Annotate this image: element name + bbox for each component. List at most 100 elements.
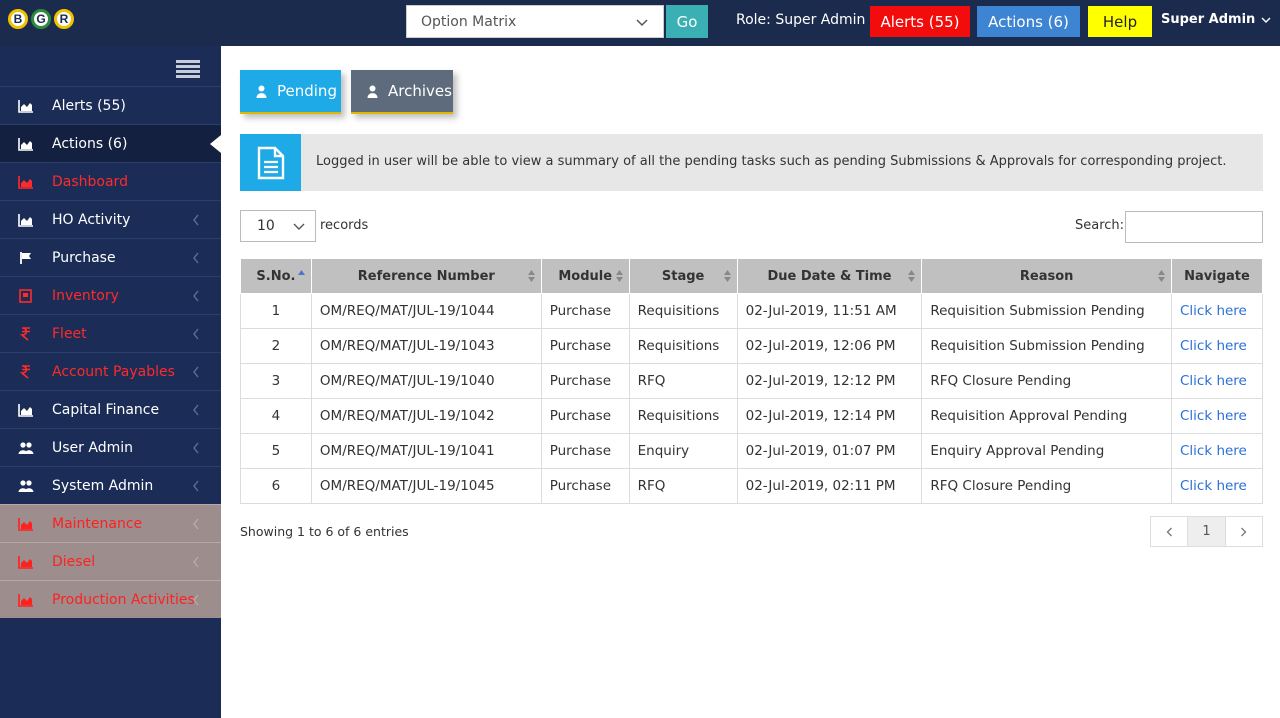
info-box: Logged in user will be able to view a su… [240,134,1263,191]
sidebar-item-label: Maintenance [52,515,143,532]
project-select-value: Option Matrix [421,13,517,30]
go-button[interactable]: Go [666,5,708,38]
cell-navigate: Click here [1170,433,1264,469]
sidebar-item-label: Inventory [52,287,119,304]
chevron-left-icon [192,290,200,302]
actions-button[interactable]: Actions (6) [977,6,1080,37]
user-menu[interactable]: Super Admin [1161,12,1271,27]
column-header-module[interactable]: Module [540,258,630,294]
sidebar-item-system-admin[interactable]: System Admin [0,466,221,504]
cell-due-date: 02-Jul-2019, 02:11 PM [736,468,923,504]
cell-due-date: 02-Jul-2019, 12:06 PM [736,328,923,364]
sidebar-item-label: Capital Finance [52,401,160,418]
cell-module: Purchase [540,398,630,434]
cell-sno: 2 [240,328,312,364]
chevron-left-icon [192,556,200,568]
cell-reference-number: OM/REQ/MAT/JUL-19/1042 [310,398,542,434]
sidebar-item-label: Dashboard [52,173,128,190]
chevron-down-icon [293,223,305,230]
prev-page-button[interactable] [1151,517,1189,546]
sidebar-item-actions[interactable]: Actions (6) [0,124,221,162]
sidebar-item-label: HO Activity [52,211,131,228]
page-button-current[interactable]: 1 [1188,517,1226,546]
click-here-link[interactable]: Click here [1180,443,1247,459]
cell-reference-number: OM/REQ/MAT/JUL-19/1043 [310,328,542,364]
tab-label: Pending [277,82,337,100]
cell-reason: Requisition Submission Pending [921,328,1172,364]
cell-module: Purchase [540,293,630,329]
sort-icon [1157,270,1165,282]
chevron-left-icon [192,404,200,416]
logo-letter-g: G [31,9,51,29]
sidebar-item-label: Production Activities [52,591,195,608]
cell-due-date: 02-Jul-2019, 01:07 PM [736,433,923,469]
records-length-select[interactable]: 10 [240,210,316,242]
inventory-icon [18,289,34,303]
cell-module: Purchase [540,468,630,504]
cell-due-date: 02-Jul-2019, 12:14 PM [736,398,923,434]
sidebar-item-inventory[interactable]: Inventory [0,276,221,314]
click-here-link[interactable]: Click here [1180,303,1247,319]
cell-navigate: Click here [1170,468,1264,504]
click-here-link[interactable]: Click here [1180,338,1247,354]
sidebar-item-dashboard[interactable]: Dashboard [0,162,221,200]
sidebar-item-fleet[interactable]: Fleet [0,314,221,352]
chevron-left-icon [192,366,200,378]
cell-module: Purchase [540,433,630,469]
search-input[interactable] [1125,211,1263,243]
click-here-link[interactable]: Click here [1180,408,1247,424]
sidebar-item-purchase[interactable]: Purchase [0,238,221,276]
cell-reason: RFQ Closure Pending [921,363,1172,399]
tab-archives[interactable]: Archives [351,70,453,114]
sidebar-item-maintenance[interactable]: Maintenance [0,504,221,542]
chevron-left-icon [1166,527,1172,536]
records-label: records [320,218,369,233]
table-row: 3 OM/REQ/MAT/JUL-19/1040 Purchase RFQ 02… [240,363,1264,399]
sidebar: Alerts (55) Actions (6) Dashboard HO Act… [0,46,221,718]
area-chart-icon [18,99,34,113]
project-select[interactable]: Option Matrix [406,5,664,38]
sidebar-item-capital-finance[interactable]: Capital Finance [0,390,221,428]
sidebar-item-user-admin[interactable]: User Admin [0,428,221,466]
area-chart-icon [18,555,34,569]
cell-module: Purchase [540,363,630,399]
click-here-link[interactable]: Click here [1180,478,1247,494]
cell-sno: 5 [240,433,312,469]
sidebar-item-ho-activity[interactable]: HO Activity [0,200,221,238]
table-row: 4 OM/REQ/MAT/JUL-19/1042 Purchase Requis… [240,398,1264,434]
sidebar-item-label: Fleet [52,325,87,342]
tab-pending[interactable]: Pending [240,70,341,114]
column-header-reference-number[interactable]: Reference Number [310,258,542,294]
column-header-reason[interactable]: Reason [921,258,1172,294]
cell-reference-number: OM/REQ/MAT/JUL-19/1041 [310,433,542,469]
sort-icon [908,270,916,282]
area-chart-icon [18,175,34,189]
click-here-link[interactable]: Click here [1180,373,1247,389]
chevron-left-icon [192,252,200,264]
bgr-logo[interactable]: B G R [8,5,74,33]
cell-stage: Enquiry [628,433,738,469]
next-page-button[interactable] [1226,517,1262,546]
sidebar-item-alerts[interactable]: Alerts (55) [0,86,221,124]
cell-stage: Requisitions [628,293,738,329]
table-row: 5 OM/REQ/MAT/JUL-19/1041 Purchase Enquir… [240,433,1264,469]
sidebar-item-account-payables[interactable]: Account Payables [0,352,221,390]
sidebar-item-diesel[interactable]: Diesel [0,542,221,580]
cell-navigate: Click here [1170,328,1264,364]
cell-module: Purchase [540,328,630,364]
column-header-due-date[interactable]: Due Date & Time [736,258,923,294]
alerts-button[interactable]: Alerts (55) [870,6,970,37]
help-button[interactable]: Help [1088,6,1152,37]
sidebar-item-label: Alerts (55) [52,97,126,114]
cell-navigate: Click here [1170,363,1264,399]
table-row: 2 OM/REQ/MAT/JUL-19/1043 Purchase Requis… [240,328,1264,364]
records-length-value: 10 [257,218,275,234]
cell-reason: RFQ Closure Pending [921,468,1172,504]
chevron-left-icon [192,214,200,226]
column-header-stage[interactable]: Stage [628,258,738,294]
sidebar-item-production-activities[interactable]: Production Activities [0,580,221,618]
role-label: Role: Super Admin [736,12,866,28]
column-header-sno[interactable]: S.No. [240,258,312,294]
document-icon [240,134,301,191]
menu-toggle-icon[interactable] [176,60,200,78]
